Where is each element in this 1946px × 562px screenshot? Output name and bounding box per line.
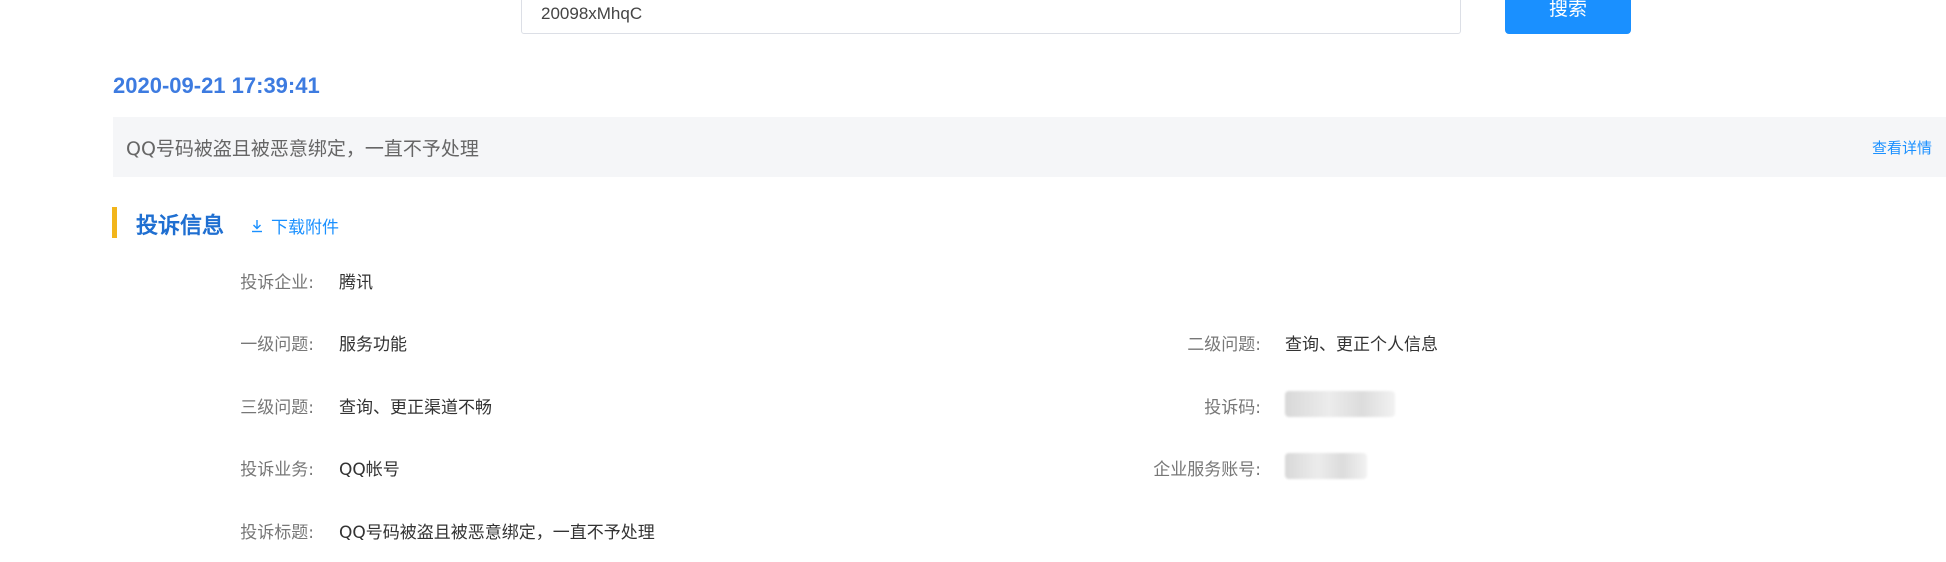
company-label: 投诉企业: bbox=[240, 273, 314, 293]
level3-issue-value: 查询、更正渠道不畅 bbox=[339, 398, 492, 418]
business-value: QQ帐号 bbox=[339, 460, 400, 480]
level3-issue-label: 三级问题: bbox=[240, 398, 314, 418]
search-input[interactable] bbox=[521, 0, 1461, 34]
complaint-summary-text: QQ号码被盗且被恶意绑定，一直不予处理 bbox=[126, 138, 479, 160]
complaint-code-redaction bbox=[1285, 391, 1395, 417]
section-accent-bar bbox=[112, 207, 117, 238]
complaint-summary-bar: QQ号码被盗且被恶意绑定，一直不予处理 查看详情 bbox=[113, 117, 1946, 177]
business-label: 投诉业务: bbox=[240, 460, 314, 480]
level2-issue-value: 查询、更正个人信息 bbox=[1285, 335, 1438, 355]
level1-issue-label: 一级问题: bbox=[240, 335, 314, 355]
section-title: 投诉信息 bbox=[136, 214, 225, 239]
view-details-link[interactable]: 查看详情 bbox=[1872, 137, 1932, 158]
company-value: 腾讯 bbox=[339, 273, 373, 293]
download-attachment-link[interactable]: 下载附件 bbox=[249, 213, 339, 238]
complaint-code-label: 投诉码: bbox=[1204, 398, 1261, 418]
download-icon bbox=[249, 218, 265, 234]
level1-issue-value: 服务功能 bbox=[339, 335, 407, 355]
level2-issue-label: 二级问题: bbox=[1187, 335, 1261, 355]
complaint-title-value: QQ号码被盗且被恶意绑定，一直不予处理 bbox=[339, 523, 655, 543]
search-button[interactable]: 搜索 bbox=[1505, 0, 1631, 34]
complaint-date: 2020-09-21 17:39:41 bbox=[113, 73, 320, 98]
download-attachment-label: 下载附件 bbox=[271, 218, 339, 238]
service-account-redaction bbox=[1285, 453, 1367, 479]
complaint-title-label: 投诉标题: bbox=[240, 523, 314, 543]
service-account-label: 企业服务账号: bbox=[1153, 460, 1261, 480]
